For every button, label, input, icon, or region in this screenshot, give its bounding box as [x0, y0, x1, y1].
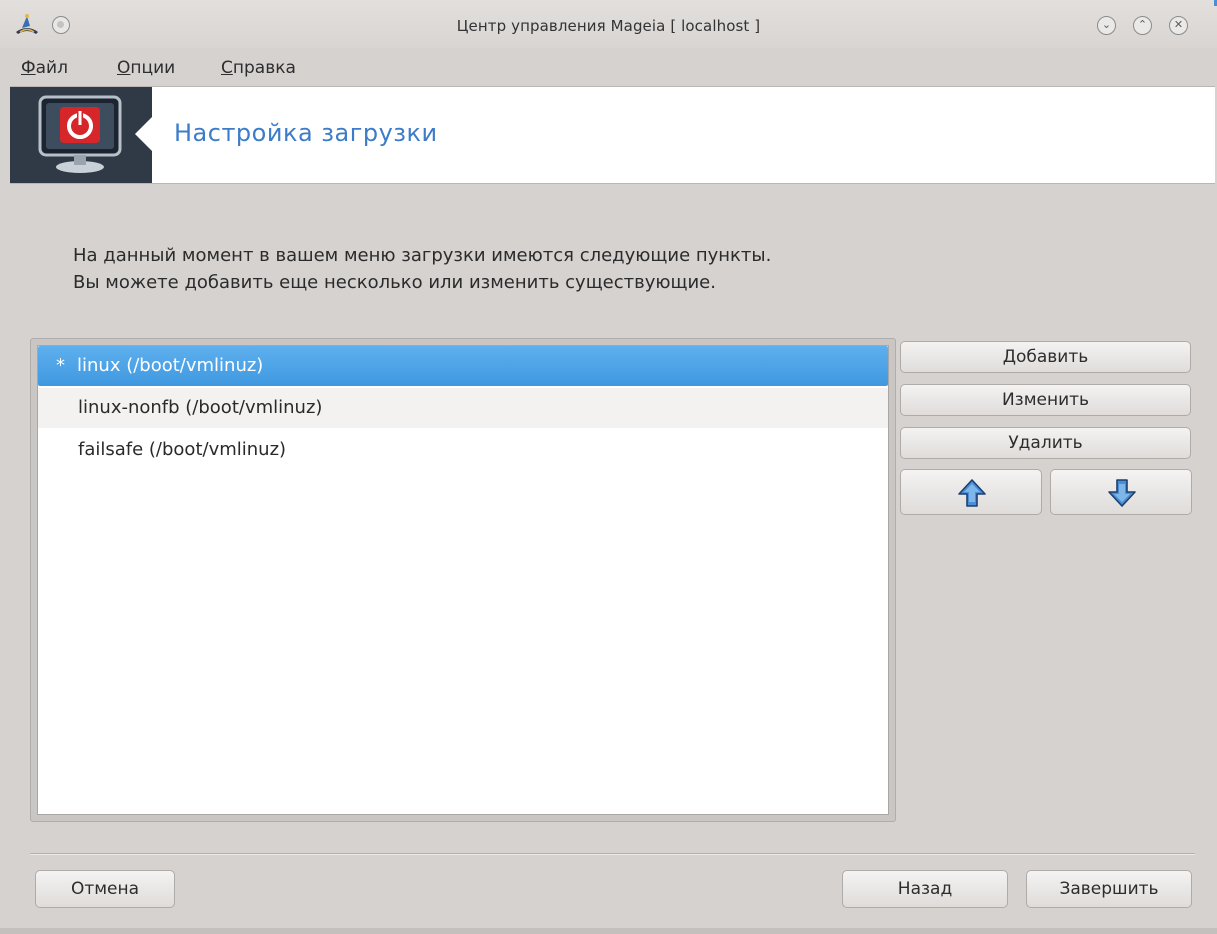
list-item-label: linux (/boot/vmlinuz) [77, 355, 264, 376]
cancel-button[interactable]: Отмена [35, 870, 175, 908]
arrow-up-icon [958, 479, 986, 507]
boot-entries-list[interactable]: * linux (/boot/vmlinuz) linux-nonfb (/boo… [37, 345, 889, 815]
list-item-label: failsafe (/boot/vmlinuz) [78, 439, 287, 460]
minimize-button[interactable]: ⌄ [1097, 16, 1116, 35]
window-bottom-frame [0, 928, 1217, 934]
menu-help-accel: С [221, 58, 233, 78]
move-up-button[interactable] [900, 469, 1042, 515]
list-item-label: linux-nonfb (/boot/vmlinuz) [78, 397, 323, 418]
banner-notch [135, 117, 152, 151]
menu-help-label: правка [232, 58, 296, 78]
menubar: Файл Опции Справка [0, 50, 1217, 86]
close-button[interactable]: ✕ [1169, 16, 1188, 35]
maximize-button[interactable]: ⌃ [1133, 16, 1152, 35]
page-banner: Настройка загрузки [10, 86, 1215, 184]
menu-help[interactable]: Справка [221, 58, 296, 78]
boot-entries-frame: * linux (/boot/vmlinuz) linux-nonfb (/boo… [30, 338, 896, 822]
move-down-button[interactable] [1050, 469, 1192, 515]
back-button[interactable]: Назад [842, 870, 1008, 908]
arrow-down-icon [1108, 479, 1136, 507]
window-title: Центр управления Mageia [ localhost ] [456, 17, 761, 35]
menu-options-label: пции [130, 58, 176, 78]
menu-file-accel: Ф [21, 58, 36, 78]
list-item[interactable]: failsafe (/boot/vmlinuz) [38, 430, 888, 470]
finish-button[interactable]: Завершить [1026, 870, 1192, 908]
boot-power-monitor-icon [38, 95, 122, 173]
footer-separator [30, 853, 1195, 855]
description: На данный момент в вашем меню загрузки и… [73, 242, 771, 296]
description-line-2: Вы можете добавить еще несколько или изм… [73, 272, 716, 293]
menu-options-accel: О [117, 58, 131, 78]
page-title: Настройка загрузки [174, 119, 438, 147]
add-button[interactable]: Добавить [900, 341, 1191, 373]
default-entry-star: * [56, 355, 65, 376]
menu-file-label: айл [35, 58, 68, 78]
window-titlebar[interactable]: Центр управления Mageia [ localhost ] ⌄ … [0, 0, 1217, 48]
menu-file[interactable]: Файл [21, 58, 68, 78]
list-item[interactable]: linux-nonfb (/boot/vmlinuz) [38, 388, 888, 428]
description-line-1: На данный момент в вашем меню загрузки и… [73, 245, 772, 266]
menu-options[interactable]: Опции [117, 58, 175, 78]
list-item[interactable]: * linux (/boot/vmlinuz) [38, 346, 888, 386]
banner-icon-panel [10, 87, 152, 183]
edit-button[interactable]: Изменить [900, 384, 1191, 416]
delete-button[interactable]: Удалить [900, 427, 1191, 459]
